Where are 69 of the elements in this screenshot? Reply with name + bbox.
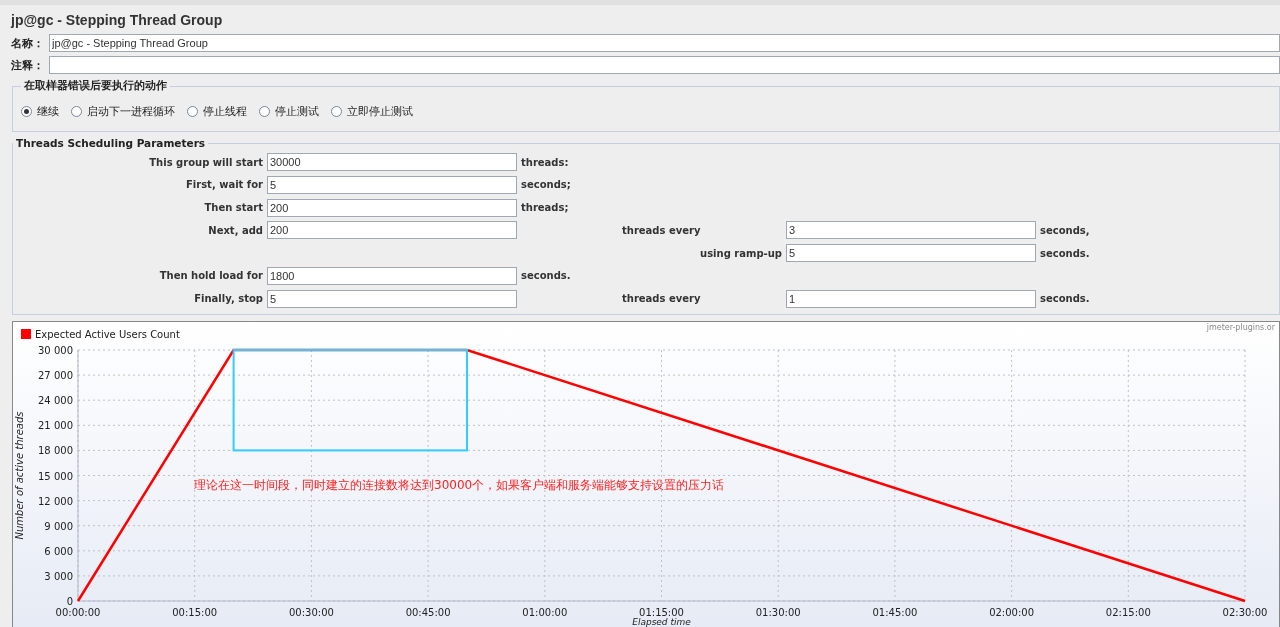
x-tick-label: 01:00:00 bbox=[522, 606, 568, 618]
radio-label: 停止测试 bbox=[275, 104, 319, 119]
parameter-input[interactable]: 200 bbox=[267, 221, 517, 240]
y-axis-title: Number of active threads bbox=[14, 411, 25, 540]
parameter-label: Finally, stop bbox=[193, 293, 263, 305]
parameter-input[interactable]: 1800 bbox=[267, 267, 517, 285]
x-tick-label: 02:15:00 bbox=[1105, 606, 1151, 618]
y-tick-label: 9 000 bbox=[44, 520, 73, 532]
unit-label: seconds. bbox=[1040, 247, 1091, 259]
x-tick-label: 00:45:00 bbox=[405, 606, 451, 618]
x-tick-label: 00:15:00 bbox=[172, 606, 218, 618]
parameter-label: Then start bbox=[203, 202, 263, 214]
parameter-input[interactable]: 1 bbox=[786, 289, 1036, 308]
radio-option[interactable]: 立即停止测试 bbox=[331, 104, 413, 119]
parameter-input[interactable]: 5 bbox=[267, 175, 517, 194]
name-input[interactable]: jp@gc - Stepping Thread Group bbox=[49, 34, 1280, 52]
unit-label: seconds; bbox=[521, 179, 572, 191]
y-tick-label: 30 000 bbox=[38, 344, 73, 356]
panel-title: jp@gc - Stepping Thread Group bbox=[9, 11, 224, 30]
annotation-text: 理论在这一时间段，同时建立的连接数将达到30000个，如果客户端和服务端能够支持设置的压力话 bbox=[194, 477, 725, 492]
y-tick-label: 24 000 bbox=[38, 395, 73, 406]
unit-label: threads: bbox=[521, 156, 570, 168]
x-tick-label: 01:45:00 bbox=[872, 606, 918, 618]
parameter-label: This group will start bbox=[148, 156, 263, 168]
x-tick-label: 00:00:00 bbox=[55, 606, 101, 618]
y-tick-label: 12 000 bbox=[38, 495, 73, 507]
x-tick-label: 01:30:00 bbox=[755, 606, 801, 618]
x-tick-label: 02:00:00 bbox=[989, 606, 1035, 618]
x-tick-label: 01:15:00 bbox=[639, 606, 684, 618]
group-legend: Threads Scheduling Parameters bbox=[13, 137, 209, 149]
unit-label: seconds. bbox=[521, 270, 572, 282]
parameter-input[interactable]: 200 bbox=[267, 198, 517, 217]
field-label: 注释： bbox=[11, 57, 45, 73]
radio-option[interactable]: 继续 bbox=[21, 104, 59, 119]
unit-label: seconds. bbox=[1040, 293, 1091, 305]
x-tick-label: 02:30:00 bbox=[1222, 606, 1268, 618]
y-tick-label: 6 000 bbox=[44, 545, 73, 557]
parameter-input[interactable]: 5 bbox=[786, 244, 1036, 263]
radio-label: 继续 bbox=[37, 104, 59, 119]
y-tick-label: 15 000 bbox=[38, 470, 73, 482]
parameter-input[interactable]: 30000 bbox=[267, 153, 517, 171]
comment-input[interactable] bbox=[49, 56, 1280, 74]
group-legend: 在取样器错误后要执行的动作 bbox=[21, 79, 170, 93]
y-tick-label: 27 000 bbox=[38, 369, 73, 381]
x-tick-label: 00:30:00 bbox=[288, 606, 334, 618]
radio-label: 停止线程 bbox=[203, 104, 247, 119]
radio-label: 立即停止测试 bbox=[347, 104, 413, 119]
radio-option[interactable]: 停止测试 bbox=[259, 104, 319, 119]
unit-label: threads; bbox=[521, 202, 570, 214]
legend-label: Expected Active Users Count bbox=[35, 328, 180, 340]
radio-option[interactable]: 启动下一进程循环 bbox=[71, 104, 175, 119]
credit-text: jmeter-plugins.or bbox=[1206, 322, 1275, 332]
radio-label: 启动下一进程循环 bbox=[87, 104, 175, 119]
parameter-input[interactable]: 5 bbox=[267, 289, 517, 308]
y-tick-label: 21 000 bbox=[38, 420, 73, 432]
y-tick-label: 0 bbox=[66, 595, 73, 607]
parameter-input[interactable]: 3 bbox=[786, 221, 1036, 240]
x-axis-title: Elapsed time bbox=[632, 616, 691, 627]
y-tick-label: 18 000 bbox=[38, 445, 73, 457]
parameter-label: First, wait for bbox=[184, 179, 263, 191]
parameter-label: Next, add bbox=[207, 224, 263, 236]
parameter-label: threads every bbox=[622, 293, 702, 305]
unit-label: seconds, bbox=[1040, 224, 1091, 236]
y-tick-label: 3 000 bbox=[44, 570, 73, 582]
parameter-label: Then hold load for bbox=[158, 270, 263, 282]
field-label: 名称： bbox=[11, 35, 45, 51]
parameter-label: using ramp-up bbox=[699, 247, 782, 259]
radio-option[interactable]: 停止线程 bbox=[187, 104, 247, 119]
parameter-label: threads every bbox=[622, 224, 702, 236]
